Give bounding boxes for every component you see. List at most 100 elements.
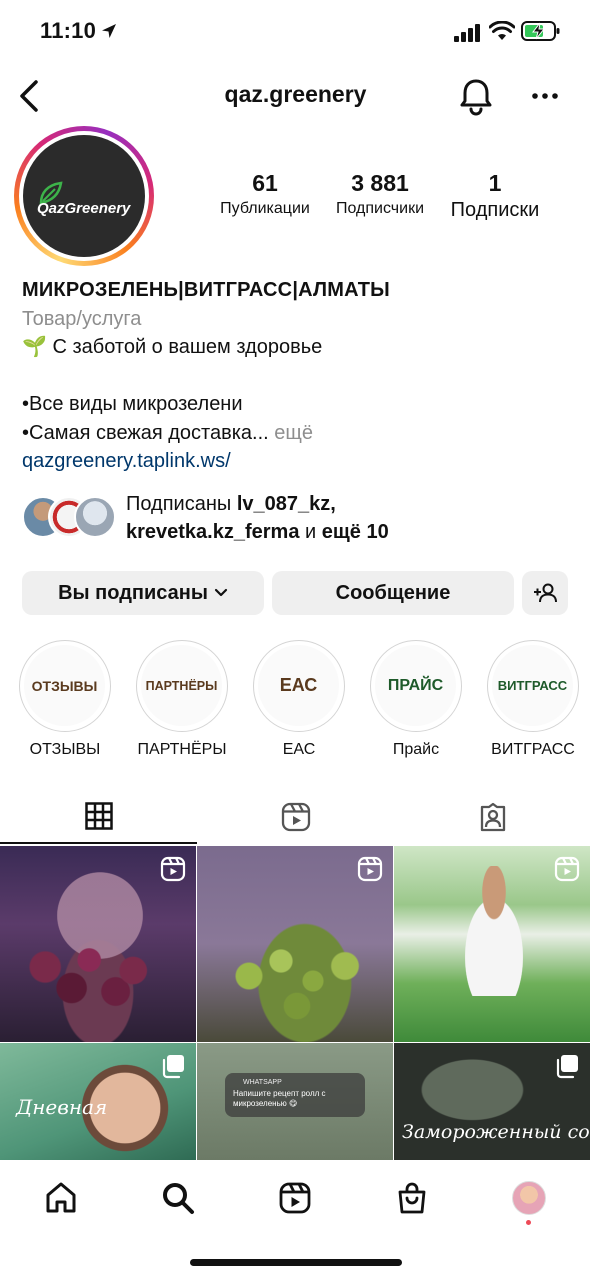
location-arrow-icon: [102, 24, 116, 38]
reels-icon: [281, 802, 310, 832]
grid-icon: [84, 802, 113, 830]
reels-icon: [279, 1182, 311, 1214]
bio-line: •Самая свежая доставка...: [22, 421, 269, 444]
post-thumbnail[interactable]: Замороженный сок: [394, 1043, 590, 1160]
follower-avatar: [74, 496, 116, 538]
status-bar: 11:10: [0, 0, 591, 64]
wifi-icon: [489, 21, 515, 40]
followed-by-user[interactable]: lv_087_kz,: [237, 493, 336, 515]
profile-bio: МИКРОЗЕЛЕНЬ|ВИТГРАСС|АЛМАТЫ Товар/услуга…: [22, 276, 572, 476]
bio-line-truncated: •Самая свежая доставка... ещё: [22, 419, 572, 448]
avatar-logo-text: QazGreenery: [37, 200, 131, 217]
bio-website-link[interactable]: qazgreenery.taplink.ws/: [22, 447, 572, 476]
profile-username: qaz.greenery: [224, 81, 367, 107]
search-icon: [163, 1183, 194, 1214]
tab-reels[interactable]: [197, 790, 394, 844]
highlight-label: ПАРТНЁРЫ: [137, 741, 227, 758]
message-button-label: Сообщение: [335, 581, 451, 604]
chevron-down-icon: [214, 588, 228, 597]
highlight-item[interactable]: ЕАС ЕАС: [244, 640, 354, 759]
post-thumbnail[interactable]: [394, 846, 590, 1042]
highlight-item[interactable]: ПРАЙС Прайс: [361, 640, 471, 759]
post-overlay-text: Дневная: [16, 1095, 108, 1119]
reel-badge-icon: [357, 856, 383, 882]
profile-avatar-story-ring[interactable]: QazGreenery: [14, 126, 154, 266]
highlight-item[interactable]: ОТЗЫВЫ ОТЗЫВЫ: [10, 640, 120, 759]
nav-reels[interactable]: [267, 1176, 323, 1220]
stat-posts-value: 61: [252, 170, 278, 196]
nav-home[interactable]: [33, 1176, 89, 1220]
tab-posts-grid[interactable]: [0, 790, 197, 844]
more-options-button[interactable]: [528, 78, 562, 114]
highlight-label: Прайс: [392, 741, 440, 758]
post-thumbnail[interactable]: [197, 846, 393, 1042]
post-thumbnail[interactable]: WHATSAPP Напишите рецепт ролл с микрозел…: [197, 1043, 393, 1160]
tab-tagged[interactable]: [394, 790, 591, 844]
profile-stats: 61 Публикации 3 881 Подписчики 1 Подписк…: [200, 168, 560, 228]
stat-following[interactable]: 1 Подписки: [440, 168, 550, 222]
followed-by[interactable]: Подписаны lv_087_kz, krevetka.kz_ferma и…: [22, 490, 582, 546]
shop-icon: [398, 1182, 426, 1214]
following-button-label: Вы подписаны: [58, 581, 208, 604]
stat-posts[interactable]: 61 Публикации: [210, 168, 320, 220]
highlight-cover: ЕАС: [258, 645, 339, 726]
stat-followers-label: Подписчики: [335, 200, 424, 217]
highlight-cover: ОТЗЫВЫ: [24, 645, 105, 726]
profile-avatar: QazGreenery: [23, 135, 145, 257]
bio-name: МИКРОЗЕЛЕНЬ|ВИТГРАСС|АЛМАТЫ: [22, 279, 390, 301]
bio-line: •Все виды микрозелени: [22, 393, 243, 415]
highlight-label: ЕАС: [282, 741, 316, 758]
notification-text: Напишите рецепт ролл с микрозеленью 😋: [233, 1089, 326, 1108]
nav-shop[interactable]: [384, 1176, 440, 1220]
reel-badge-icon: [160, 856, 186, 882]
status-time: 11:10: [40, 18, 97, 43]
profile-avatar: [512, 1181, 546, 1215]
posts-grid: Дневная WHATSAPP Напишите рецепт ролл с …: [0, 846, 591, 1160]
followed-by-and: и: [305, 521, 317, 543]
bio-more-link[interactable]: ещё: [274, 422, 313, 444]
followed-by-prefix: Подписаны: [126, 493, 232, 515]
reel-badge-icon: [554, 856, 580, 882]
highlight-cover: ПРАЙС: [375, 645, 456, 726]
message-button[interactable]: Сообщение: [272, 571, 514, 615]
bio-line: 🌱 С заботой о вашем здоровье: [22, 336, 323, 358]
profile-header: qaz.greenery: [0, 64, 591, 128]
add-user-icon: [534, 583, 557, 603]
home-indicator: [190, 1259, 402, 1266]
post-thumbnail[interactable]: Дневная: [0, 1043, 196, 1160]
post-overlay-text: Замороженный сок: [402, 1121, 590, 1143]
highlight-cover: ПАРТНЁРЫ: [141, 645, 222, 726]
followed-by-more[interactable]: ещё 10: [322, 521, 389, 543]
signal-icon: [454, 24, 480, 42]
carousel-badge-icon: [556, 1055, 578, 1079]
following-button[interactable]: Вы подписаны: [22, 571, 264, 615]
stat-followers-value: 3 881: [351, 170, 409, 196]
post-notification-preview: WHATSAPP Напишите рецепт ролл с микрозел…: [225, 1073, 365, 1117]
highlight-cover: ВИТГРАСС: [492, 645, 573, 726]
battery-charging-icon: [521, 21, 560, 41]
home-icon: [46, 1182, 76, 1213]
stat-following-label: Подписки: [450, 199, 540, 221]
highlight-label: ОТЗЫВЫ: [29, 741, 101, 758]
stat-following-value: 1: [488, 170, 502, 196]
more-icon: [532, 93, 558, 99]
highlight-item[interactable]: ВИТГРАСС ВИТГРАСС: [478, 640, 588, 759]
carousel-badge-icon: [162, 1055, 184, 1079]
post-thumbnail[interactable]: [0, 846, 196, 1042]
tagged-icon: [480, 802, 505, 832]
highlight-label: ВИТГРАСС: [491, 741, 575, 758]
bio-category: Товар/услуга: [22, 307, 142, 330]
profile-tabs: [0, 790, 591, 844]
story-highlights: ОТЗЫВЫ ОТЗЫВЫ ПАРТНЁРЫ ПАРТНЁРЫ ЕАС ЕАС …: [0, 640, 591, 770]
stat-posts-label: Публикации: [220, 200, 310, 217]
bell-icon: [460, 79, 492, 116]
suggested-users-button[interactable]: [522, 571, 568, 615]
highlight-item[interactable]: ПАРТНЁРЫ ПАРТНЁРЫ: [127, 640, 237, 759]
stat-followers[interactable]: 3 881 Подписчики: [325, 168, 435, 220]
nav-profile[interactable]: [501, 1176, 557, 1220]
notifications-button[interactable]: [458, 76, 494, 116]
notification-app-name: WHATSAPP: [243, 1079, 282, 1086]
nav-search[interactable]: [150, 1176, 206, 1220]
notification-dot: [526, 1220, 531, 1225]
followed-by-user[interactable]: krevetka.kz_ferma: [126, 521, 299, 543]
